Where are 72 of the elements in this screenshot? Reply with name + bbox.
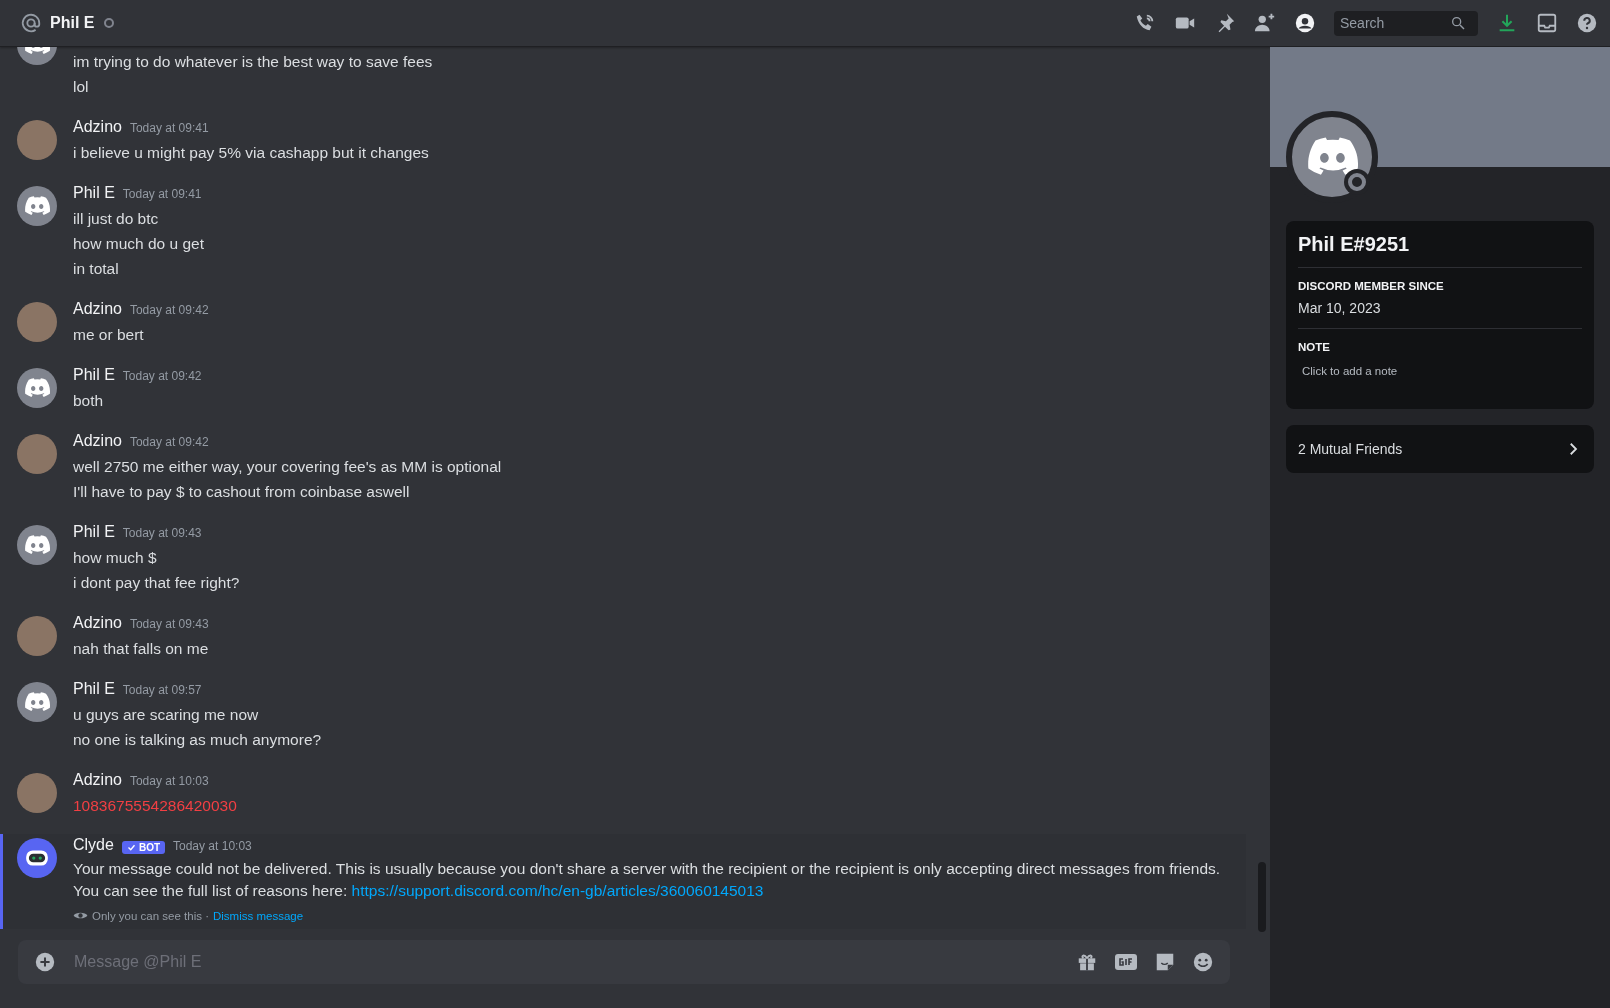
author-name[interactable]: Adzino <box>73 432 122 450</box>
message-text: well 2750 me either way, your covering fee's as MM is optional <box>73 457 502 477</box>
channel-name: Phil E <box>50 14 95 32</box>
message-text: I'll have to pay $ to cashout from coinbase aswell <box>73 482 411 502</box>
timestamp: Today at 09:42 <box>129 435 209 449</box>
message-text: You can see the full list of reasons here: https://support.discord.com/hc/en-gb/articles/360060145013 <box>73 881 765 901</box>
avatar-photo-placeholder[interactable] <box>17 120 57 160</box>
message-text: ill just do btc <box>73 209 160 229</box>
inbox-icon[interactable] <box>1536 12 1558 34</box>
author-name[interactable]: Phil E <box>73 366 115 384</box>
user-profile-icon[interactable] <box>1294 12 1316 34</box>
search-input[interactable]: Search <box>1340 15 1450 31</box>
message-text: lol <box>73 77 90 97</box>
bot-label: BOT <box>138 841 160 853</box>
failed-message-text: 1083675554286420030 <box>73 796 237 816</box>
author-name[interactable]: Clyde <box>73 836 114 854</box>
note-field[interactable]: Click to add a note <box>1298 361 1582 381</box>
timestamp: Today at 09:41 <box>122 187 202 201</box>
author-name[interactable]: Phil E <box>73 680 115 698</box>
message-text: me or bert <box>73 325 145 345</box>
author-name[interactable]: Adzino <box>73 118 122 136</box>
bot-avatar[interactable] <box>17 838 57 878</box>
search-field[interactable]: Search <box>1334 10 1478 36</box>
message-composer[interactable]: Message @Phil E <box>18 940 1230 984</box>
author-name[interactable]: Adzino <box>73 300 122 318</box>
offline-status-icon <box>104 18 115 28</box>
timestamp: Today at 09:42 <box>122 369 202 383</box>
member-since-date: Mar 10, 2023 <box>1298 300 1382 316</box>
message-text: Your message could not be delivered. This is usually because you don't share a server with the recipient or the recipient is only accepting direct messages from friends. <box>73 859 1221 879</box>
message-text: i dont pay that fee right? <box>73 573 240 593</box>
avatar-photo-placeholder[interactable] <box>17 773 57 813</box>
help-article-link[interactable]: https://support.discord.com/hc/en-gb/articles/360060145013 <box>351 882 764 899</box>
checkmark-icon <box>126 842 136 852</box>
timestamp: Today at 09:43 <box>122 526 202 540</box>
message-input-field[interactable]: Message @Phil E <box>72 952 1060 972</box>
author-name[interactable]: Phil E <box>73 184 115 202</box>
section-heading: NOTE <box>1298 341 1331 353</box>
username: Phil E#9251 <box>1298 233 1411 257</box>
search-icon <box>1450 15 1466 31</box>
message-text: in total <box>73 259 120 279</box>
mutual-friends-button[interactable]: 2 Mutual Friends <box>1286 425 1594 473</box>
at-sign-icon <box>20 12 42 34</box>
author-name[interactable]: Adzino <box>73 614 122 632</box>
message-text: i believe u might pay 5% via cashapp but it changes <box>73 143 429 163</box>
add-friend-icon[interactable] <box>1254 12 1276 34</box>
timestamp: Today at 10:03 <box>173 839 252 853</box>
timestamp: Today at 09:42 <box>129 303 209 317</box>
author-name[interactable]: Phil E <box>73 523 115 541</box>
message-text: im trying to do whatever is the best way to save fees <box>73 52 433 72</box>
emoji-icon[interactable] <box>1192 951 1214 973</box>
message-text: both <box>73 391 105 411</box>
visibility-notice: Only you can see this · <box>92 909 209 922</box>
timestamp: Today at 09:43 <box>129 617 209 631</box>
author-name[interactable]: Adzino <box>73 771 122 789</box>
section-heading: DISCORD MEMBER SINCE <box>1298 280 1445 292</box>
add-attachment-icon[interactable] <box>34 951 56 973</box>
avatar-photo-placeholder[interactable] <box>17 434 57 474</box>
timestamp: Today at 09:41 <box>129 121 209 135</box>
timestamp: Today at 10:03 <box>129 774 209 788</box>
message-text: u guys are scaring me now <box>73 705 260 725</box>
avatar-photo-placeholder[interactable] <box>17 302 57 342</box>
message-text: nah that falls on me <box>73 639 209 659</box>
help-icon[interactable] <box>1576 12 1598 34</box>
offline-status-icon <box>1348 173 1366 191</box>
timestamp: Today at 09:57 <box>122 683 202 697</box>
sticker-icon[interactable] <box>1154 951 1176 973</box>
message-text: how much $ <box>73 548 158 568</box>
message-text: how much do u get <box>73 234 204 254</box>
message-text: no one is talking as much anymore? <box>73 730 322 750</box>
avatar-photo-placeholder[interactable] <box>17 616 57 656</box>
dismiss-message-link[interactable]: Dismiss message <box>213 909 304 922</box>
scrollbar-thumb[interactable] <box>1258 862 1266 932</box>
